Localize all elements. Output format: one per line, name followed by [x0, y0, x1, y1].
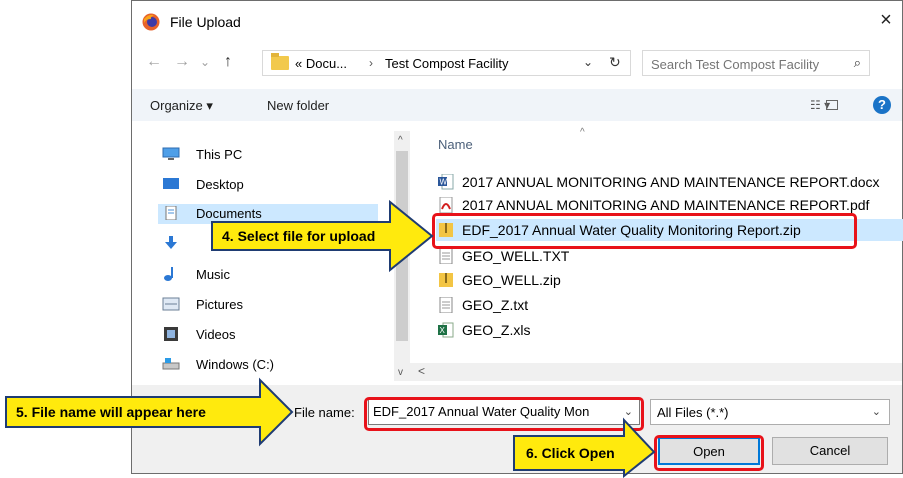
nav-item-documents[interactable]: Documents — [158, 204, 378, 224]
nav-scrollbar-thumb[interactable] — [396, 151, 408, 341]
address-bar[interactable]: « Docu... › Test Compost Facility ⌄ ↻ — [262, 50, 631, 76]
nav-item-label: Windows (C:) — [196, 357, 275, 372]
search-box: ⌕ — [642, 50, 870, 76]
search-icon[interactable]: ⌕ — [854, 55, 861, 71]
file-row[interactable]: X GEO_Z.xls — [436, 319, 903, 341]
text-file-icon — [439, 297, 453, 313]
zip-folder-icon — [439, 273, 453, 287]
new-folder-button[interactable]: New folder — [267, 98, 329, 113]
excel-icon: X — [438, 322, 454, 338]
file-type-dropdown-icon[interactable]: ⌄ — [872, 405, 881, 418]
dialog-title: File Upload — [170, 14, 241, 30]
nav-item-label: This PC — [196, 147, 243, 162]
downloads-icon — [165, 236, 177, 249]
address-row: ← → ⌄ ↑ « Docu... › Test Compost Facilit… — [132, 45, 902, 79]
forward-arrow-icon[interactable]: → — [174, 53, 190, 71]
refresh-icon[interactable]: ↻ — [609, 54, 621, 71]
file-name-label: File name: — [294, 405, 355, 420]
scroll-up-icon[interactable]: ^ — [398, 135, 403, 146]
file-row[interactable]: GEO_WELL.zip — [436, 269, 903, 291]
file-list: ^ Name W 2017 ANNUAL MONITORING AND MAIN… — [410, 127, 903, 381]
nav-item-label: Music — [196, 267, 230, 282]
file-name: GEO_Z.txt — [462, 297, 529, 313]
file-name: 2017 ANNUAL MONITORING AND MAINTENANCE R… — [462, 197, 870, 213]
svg-text:W: W — [440, 178, 448, 187]
cancel-button[interactable]: Cancel — [772, 437, 888, 465]
up-arrow-icon[interactable]: ↑ — [224, 53, 232, 71]
file-type-filter[interactable]: All Files (*.*) ⌄ — [650, 399, 890, 425]
folder-icon — [271, 53, 289, 70]
address-dropdown-icon[interactable]: ⌄ — [583, 55, 593, 69]
column-header-name[interactable]: Name — [438, 137, 473, 152]
callout-step6-text: 6. Click Open — [526, 445, 615, 461]
file-list-hscrollbar[interactable]: < — [410, 363, 902, 381]
desktop-icon — [163, 178, 179, 189]
open-button-highlight — [654, 435, 764, 471]
nav-item-label: Pictures — [196, 297, 243, 312]
file-name-highlight — [364, 397, 644, 431]
file-row[interactable]: W 2017 ANNUAL MONITORING AND MAINTENANCE… — [436, 171, 903, 193]
help-icon[interactable]: ? — [873, 96, 891, 114]
text-file-icon — [439, 248, 453, 264]
word-doc-icon: W — [438, 174, 454, 190]
selected-file-highlight — [432, 213, 857, 249]
search-input[interactable] — [651, 55, 841, 73]
pc-icon — [162, 147, 180, 160]
back-arrow-icon[interactable]: ← — [146, 53, 162, 71]
close-icon[interactable]: × — [874, 9, 898, 33]
pdf-icon — [439, 197, 453, 213]
file-name: 2017 ANNUAL MONITORING AND MAINTENANCE R… — [462, 174, 880, 190]
nav-item-label: Desktop — [196, 177, 244, 192]
file-type-value: All Files (*.*) — [657, 405, 729, 420]
breadcrumb-separator: › — [369, 56, 373, 70]
firefox-icon — [142, 13, 160, 31]
drive-icon — [162, 358, 180, 370]
title-bar: File Upload × — [132, 1, 902, 41]
command-toolbar: Organize ▾ New folder ☷ ▾ ? — [132, 89, 902, 121]
callout-step4-text: 4. Select file for upload — [222, 228, 376, 244]
sort-ascending-icon: ^ — [580, 127, 585, 138]
file-name: GEO_WELL.zip — [462, 272, 561, 288]
documents-icon — [165, 206, 177, 220]
pictures-icon — [162, 297, 180, 311]
navigation-pane: This PC Desktop Documents Music Pictures… — [132, 131, 394, 381]
scroll-down-icon[interactable]: v — [398, 367, 403, 378]
recent-locations-icon[interactable]: ⌄ — [200, 55, 210, 69]
breadcrumb-current-folder[interactable]: Test Compost Facility — [385, 56, 509, 71]
file-row[interactable]: GEO_Z.txt — [436, 294, 903, 316]
nav-item-label: Videos — [196, 327, 236, 342]
videos-icon — [164, 327, 178, 341]
music-icon — [164, 267, 173, 281]
file-name: GEO_WELL.TXT — [462, 248, 570, 264]
organize-button[interactable]: Organize ▾ — [150, 98, 213, 114]
scroll-left-icon[interactable]: < — [418, 364, 425, 378]
preview-pane-icon[interactable] — [826, 100, 838, 110]
nav-item-label: Documents — [196, 206, 262, 221]
callout-step5-text: 5. File name will appear here — [16, 404, 206, 420]
file-name: GEO_Z.xls — [462, 322, 531, 338]
svg-text:X: X — [440, 326, 446, 335]
breadcrumb-documents[interactable]: « Docu... — [295, 56, 347, 71]
nav-scrollbar[interactable]: ^ v — [394, 131, 410, 381]
